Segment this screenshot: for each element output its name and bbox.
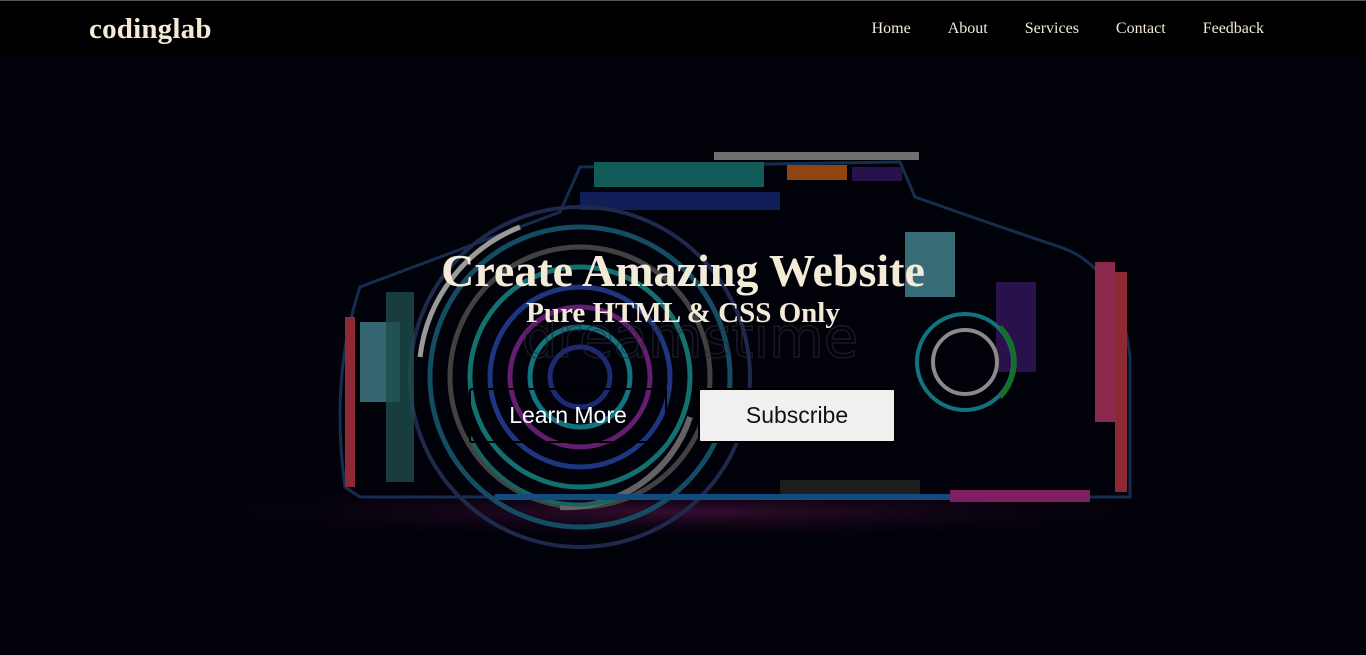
hero-dark-overlay <box>0 57 1366 655</box>
nav-link-home[interactable]: Home <box>872 20 911 38</box>
nav-links: Home About Services Contact Feedback <box>835 20 1264 38</box>
nav-link-feedback[interactable]: Feedback <box>1203 20 1264 38</box>
nav-link-about[interactable]: About <box>948 20 988 38</box>
learn-more-button[interactable]: Learn More <box>469 388 667 443</box>
nav-link-services[interactable]: Services <box>1025 20 1079 38</box>
nav-link-contact[interactable]: Contact <box>1116 20 1166 38</box>
hero-subtitle: Pure HTML & CSS Only <box>526 297 840 329</box>
hero-title: Create Amazing Website <box>441 245 925 296</box>
hero-background-image: dreamstime <box>0 57 1366 655</box>
brand-logo[interactable]: codinglab <box>89 13 212 46</box>
navbar: codinglab Home About Services Contact Fe… <box>0 0 1366 57</box>
subscribe-button[interactable]: Subscribe <box>698 388 896 443</box>
